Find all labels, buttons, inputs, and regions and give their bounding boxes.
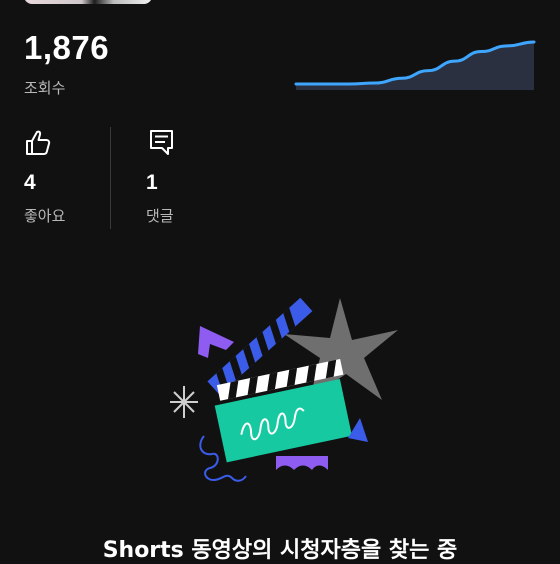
thumbs-up-icon [26, 130, 51, 155]
comments-label: 댓글 [146, 207, 174, 225]
comment-icon [150, 130, 173, 155]
likes-count: 4 [24, 171, 36, 194]
comments-stat: 1 댓글 [146, 128, 226, 238]
sparkle-shape [170, 386, 198, 418]
video-thumbnail[interactable] [24, 0, 152, 4]
purple-bracket-shape [198, 326, 234, 358]
stats-divider [110, 127, 111, 229]
views-label: 조회수 [24, 79, 66, 97]
triangle-shape [348, 418, 368, 442]
audience-status-text: Shorts 동영상의 시청자층을 찾는 중 [102, 538, 458, 563]
likes-stat: 4 좋아요 [24, 128, 104, 238]
clapperboard-illustration [170, 297, 398, 482]
likes-label: 좋아요 [24, 207, 66, 225]
views-trend-sparkline [294, 40, 536, 90]
comments-count: 1 [146, 171, 158, 194]
purple-wave-shape [276, 456, 328, 470]
views-count: 1,876 [24, 29, 110, 66]
